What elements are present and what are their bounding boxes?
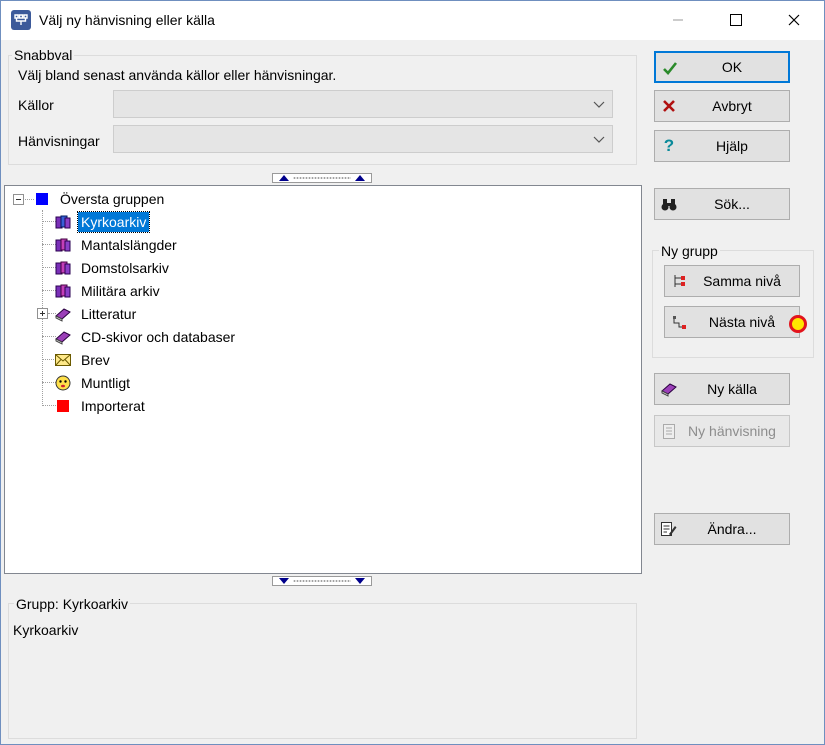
tree-item-cd-skivor[interactable]: CD-skivor och databaser [54,326,238,348]
binoculars-icon [661,196,677,212]
bottom-splitter-handle[interactable] [272,576,372,586]
tree-item-brev[interactable]: Brev [54,349,113,371]
tree-item-muntligt[interactable]: Muntligt [54,372,133,394]
chevron-down-icon [593,101,605,108]
cursor-highlight-marker [789,315,807,333]
edit-document-icon [661,521,677,537]
dialog-window: Välj ny hänvisning eller källa Snabbval … [0,0,825,745]
ny-grupp-legend: Ny grupp [659,243,720,259]
books-icon [54,213,72,231]
source-tree[interactable]: Översta gruppen Kyrkoarkiv Mantalslängde… [4,185,642,574]
maximize-icon [730,14,742,26]
snabbval-description: Välj bland senast använda källor eller h… [18,67,337,83]
tree-item-label: Brev [81,352,110,368]
close-icon [788,14,800,26]
tree-item-label: Översta gruppen [60,191,165,207]
window-title: Välj ny hänvisning eller källa [39,12,215,28]
blue-square-icon [33,190,51,208]
maximize-button[interactable] [713,1,759,39]
question-mark-icon: ? [663,136,675,155]
hanvisningar-label: Hänvisningar [18,133,100,149]
tree-item-label: Importerat [81,398,145,414]
tree-item-label: Kyrkoarkiv [76,211,151,233]
x-icon [661,98,677,114]
same-level-button[interactable]: Samma nivå [664,265,800,297]
book-icon [54,305,72,323]
next-level-button[interactable]: Nästa nivå [664,306,800,338]
tree-item-litteratur[interactable]: Litteratur [54,303,139,325]
hanvisningar-combobox[interactable] [113,125,613,153]
new-source-button[interactable]: Ny källa [654,373,790,405]
tree-item-label: Militära arkiv [81,283,160,299]
tree-item-root[interactable]: Översta gruppen [33,188,167,210]
new-reference-button[interactable]: Ny hänvisning [654,415,790,447]
books-icon [54,236,72,254]
arrow-up-icon [279,175,289,181]
group-info-text: Kyrkoarkiv [13,622,79,638]
tree-item-label: Mantalslängder [81,237,177,253]
arrow-down-icon [355,578,365,584]
kallor-label: Källor [18,97,54,113]
tree-collapse-toggle[interactable] [13,194,24,205]
book-icon [54,328,72,346]
tree-item-label: Domstolsarkiv [81,260,169,276]
tree-item-label: CD-skivor och databaser [81,329,236,345]
cancel-button[interactable]: Avbryt [654,90,790,122]
tree-item-mantalslangder[interactable]: Mantalslängder [54,234,180,256]
arrow-up-icon [355,175,365,181]
tree-expand-toggle[interactable] [37,308,48,319]
checkmark-icon [662,60,678,76]
minimize-button[interactable] [655,1,701,39]
group-info-panel [8,603,637,739]
red-square-icon [54,397,72,415]
search-button[interactable]: Sök... [654,188,790,220]
book-icon [661,381,677,397]
tree-item-label: Muntligt [81,375,131,391]
close-button[interactable] [771,1,817,39]
tree-item-militara-arkiv[interactable]: Militära arkiv [54,280,163,302]
group-info-legend: Grupp: Kyrkoarkiv [14,596,131,612]
tree-item-kyrkoarkiv[interactable]: Kyrkoarkiv [54,211,151,233]
tree-item-label: Litteratur [81,306,137,322]
ok-button[interactable]: OK [654,51,790,83]
books-icon [54,259,72,277]
minimize-icon [673,19,683,21]
app-icon [11,10,31,30]
arrow-down-icon [279,578,289,584]
title-bar[interactable]: Välj ny hänvisning eller källa [1,1,824,40]
chevron-down-icon [593,136,605,143]
tree-item-importerat[interactable]: Importerat [54,395,148,417]
top-splitter-handle[interactable] [272,173,372,183]
snabbval-legend: Snabbval [12,47,75,63]
books-icon [54,282,72,300]
document-icon [661,423,677,439]
kallor-combobox[interactable] [113,90,613,118]
help-button[interactable]: ? Hjälp [654,130,790,162]
tree-item-domstolsarkiv[interactable]: Domstolsarkiv [54,257,172,279]
tree-next-level-icon [671,314,687,330]
face-icon [54,374,72,392]
edit-button[interactable]: Ändra... [654,513,790,545]
tree-same-level-icon [671,273,687,289]
envelope-icon [54,351,72,369]
